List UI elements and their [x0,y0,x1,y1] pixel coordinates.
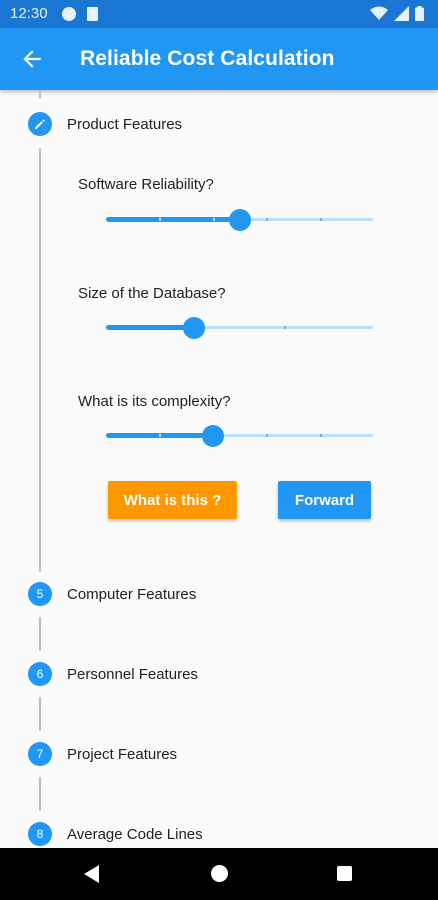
page-title: Reliable Cost Calculation [80,47,335,70]
question-database-size: Size of the Database? [78,285,226,302]
step-average-code-lines[interactable]: 8 Average Code Lines [0,814,438,848]
slider-tick [319,434,322,437]
sd-card-icon [87,7,98,21]
arrow-back-icon[interactable] [19,46,45,72]
step-personnel-features[interactable]: 6 Personnel Features [0,654,438,694]
slider-thumb[interactable] [228,209,251,231]
step-connector [39,777,41,811]
step-number: 7 [28,742,52,766]
slider-tick [319,218,322,221]
step-connector [39,697,41,731]
question-complexity: What is its complexity? [78,393,231,410]
step-computer-features[interactable]: 5 Computer Features [0,574,438,614]
slider-tick [266,218,269,221]
step-connector [39,617,41,651]
nav-back-icon[interactable] [84,865,99,883]
nav-home-icon[interactable] [211,865,228,882]
signal-icon [394,6,409,21]
wifi-icon [370,6,388,20]
slider-thumb[interactable] [183,317,206,339]
complexity-slider[interactable] [106,421,373,451]
step-connector [39,148,41,572]
step-title: Average Code Lines [67,826,203,843]
slider-fill [106,217,240,222]
step-number: 5 [28,582,52,606]
app-bar: Reliable Cost Calculation [0,28,438,90]
battery-icon [415,6,424,21]
stepper: Product Features Software Reliability? S… [0,90,438,848]
step-connector [39,90,41,98]
database-size-slider[interactable] [106,313,373,343]
slider-tick [266,434,269,437]
slider-fill [106,325,195,330]
step-title: Computer Features [67,586,197,603]
step-product-features[interactable]: Product Features [0,104,438,144]
slider-thumb[interactable] [201,425,224,447]
system-nav-bar [0,848,438,900]
status-time: 12:30 [10,5,48,22]
status-bar: 12:30 [0,0,438,28]
step-number: 6 [28,662,52,686]
step-title: Personnel Features [67,666,198,683]
nav-recents-icon[interactable] [337,866,352,881]
step-project-features[interactable]: 7 Project Features [0,734,438,774]
question-software-reliability: Software Reliability? [78,176,214,193]
step-title: Product Features [67,116,183,133]
app-notification-icon [62,7,76,21]
status-icons [370,6,424,21]
step-title: Project Features [67,746,178,763]
edit-pencil-icon [28,112,52,136]
slider-tick [212,218,215,221]
software-reliability-slider[interactable] [106,205,373,235]
slider-tick [284,326,286,329]
step-number: 8 [28,822,52,846]
slider-tick [159,218,162,221]
forward-button[interactable]: Forward [278,481,371,519]
what-is-this-button[interactable]: What is this ? [108,481,237,519]
slider-tick [159,434,162,437]
